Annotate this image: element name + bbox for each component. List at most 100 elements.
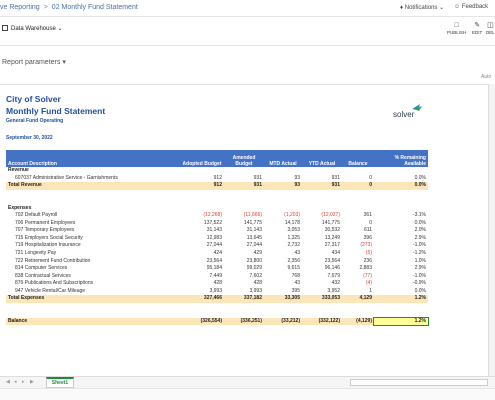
empty-cell[interactable] [302, 310, 342, 318]
value-cell[interactable]: 1,325 [264, 235, 302, 243]
value-cell[interactable]: 95,184 [180, 265, 224, 273]
value-cell[interactable]: 93 [264, 175, 302, 183]
value-cell[interactable]: 2,356 [264, 258, 302, 266]
value-cell[interactable]: 2.9% [374, 265, 428, 273]
value-cell[interactable]: 4,129 [342, 295, 374, 303]
value-cell[interactable]: 361 [342, 212, 374, 220]
value-cell[interactable]: -0.9% [374, 280, 428, 288]
value-cell[interactable]: (33,212) [264, 317, 302, 326]
empty-cell[interactable] [264, 190, 302, 198]
value-cell[interactable]: 931 [224, 175, 264, 183]
empty-cell[interactable] [180, 205, 224, 213]
value-cell[interactable]: 424 [180, 250, 224, 258]
value-cell[interactable]: 3,952 [302, 288, 342, 296]
empty-cell[interactable] [264, 167, 302, 175]
empty-cell[interactable] [224, 197, 264, 205]
empty-cell[interactable] [342, 190, 374, 198]
value-cell[interactable]: 2,732 [264, 242, 302, 250]
value-cell[interactable]: 2.0% [374, 227, 428, 235]
empty-cell[interactable] [374, 197, 428, 205]
value-cell[interactable]: -3.1% [374, 212, 428, 220]
empty-cell[interactable] [180, 197, 224, 205]
row-label-cell[interactable]: 707 Temporary Employees [6, 227, 180, 235]
horizontal-scrollbar[interactable] [350, 379, 488, 386]
empty-cell[interactable] [264, 310, 302, 318]
value-cell[interactable]: 3,053 [264, 227, 302, 235]
value-cell[interactable]: 137,522 [180, 220, 224, 228]
row-label-cell[interactable]: 838 Contractual Services [6, 273, 180, 281]
value-cell[interactable]: (4,129) [342, 317, 374, 326]
value-cell[interactable]: 931 [302, 182, 342, 190]
value-cell[interactable]: 912 [180, 182, 224, 190]
value-cell[interactable]: 23,564 [180, 258, 224, 266]
value-cell[interactable]: (326,554) [180, 317, 224, 326]
empty-cell[interactable] [342, 310, 374, 318]
empty-cell[interactable] [180, 167, 224, 175]
value-cell[interactable]: 327,466 [180, 295, 224, 303]
row-label-cell[interactable]: 876 Publications And Subscriptions [6, 280, 180, 288]
value-cell[interactable]: -1.0% [374, 242, 428, 250]
empty-cell[interactable] [342, 303, 374, 311]
value-cell[interactable]: 0 [342, 182, 374, 190]
value-cell[interactable]: (332,122) [302, 317, 342, 326]
row-label-cell[interactable]: 722 Retirement Fund Contribution [6, 258, 180, 266]
value-cell[interactable]: 43 [264, 250, 302, 258]
value-cell[interactable]: (11,666) [224, 212, 264, 220]
value-cell[interactable]: 931 [302, 175, 342, 183]
value-cell[interactable]: 13,645 [224, 235, 264, 243]
value-cell[interactable]: (273) [342, 242, 374, 250]
empty-cell[interactable] [224, 303, 264, 311]
vertical-scrollbar[interactable] [488, 84, 495, 376]
value-cell[interactable]: 99,029 [224, 265, 264, 273]
row-label-cell[interactable]: 715 Employers Social Security [6, 235, 180, 243]
empty-cell[interactable] [342, 197, 374, 205]
value-cell[interactable]: 13,249 [302, 235, 342, 243]
empty-cell[interactable] [224, 190, 264, 198]
column-header[interactable]: MTD Actual [264, 150, 302, 167]
section-label[interactable]: Expenses [6, 205, 180, 213]
value-cell[interactable]: 396 [342, 235, 374, 243]
value-cell[interactable]: 432 [302, 280, 342, 288]
empty-cell[interactable] [302, 167, 342, 175]
value-cell[interactable]: (336,251) [224, 317, 264, 326]
value-cell[interactable]: 141,775 [224, 220, 264, 228]
value-cell[interactable]: 93 [264, 182, 302, 190]
column-header[interactable]: Account Description [6, 150, 180, 167]
empty-cell[interactable] [374, 167, 428, 175]
column-header[interactable]: Balance [342, 150, 374, 167]
column-header[interactable]: Amended Budget [224, 150, 264, 167]
empty-cell[interactable] [302, 197, 342, 205]
value-cell[interactable]: 0.0% [374, 288, 428, 296]
publish-button[interactable]: □ PUBLISH [447, 21, 466, 35]
column-header[interactable]: % Remaining Available [374, 150, 428, 167]
column-header[interactable]: Adopted Budget [180, 150, 224, 167]
value-cell[interactable]: 141,775 [302, 220, 342, 228]
empty-cell[interactable] [374, 303, 428, 311]
empty-cell[interactable] [374, 190, 428, 198]
value-cell[interactable]: 0.0% [374, 220, 428, 228]
edit-button[interactable]: ✎ EDIT [472, 21, 482, 35]
row-label-cell[interactable]: 947 Vehicle Rental/Car Mileage [6, 288, 180, 296]
value-cell[interactable]: 7,679 [302, 273, 342, 281]
datasource-selector[interactable]: Data Warehouse ⌄ [2, 25, 63, 32]
empty-cell[interactable] [6, 197, 180, 205]
last-sheet-icon[interactable]: ▶ [30, 379, 34, 385]
empty-cell[interactable] [302, 205, 342, 213]
value-cell[interactable]: 768 [264, 273, 302, 281]
value-cell[interactable]: 27,044 [224, 242, 264, 250]
value-cell[interactable]: -1.0% [374, 273, 428, 281]
value-cell[interactable]: 912 [180, 175, 224, 183]
auto-refresh-label[interactable]: Auto [481, 74, 491, 80]
value-cell[interactable]: 31,143 [180, 227, 224, 235]
row-label-cell[interactable]: Total Revenue [6, 182, 180, 190]
value-cell[interactable]: 2,883 [342, 265, 374, 273]
value-cell[interactable]: 428 [180, 280, 224, 288]
value-cell[interactable]: 428 [224, 280, 264, 288]
empty-cell[interactable] [374, 310, 428, 318]
delete-button[interactable]: ◫ DEL [486, 21, 495, 35]
empty-cell[interactable] [6, 310, 180, 318]
value-cell[interactable]: 395 [264, 288, 302, 296]
row-label-cell[interactable]: 706 Permanent Employees [6, 220, 180, 228]
value-cell[interactable]: 3,993 [180, 288, 224, 296]
empty-cell[interactable] [6, 303, 180, 311]
